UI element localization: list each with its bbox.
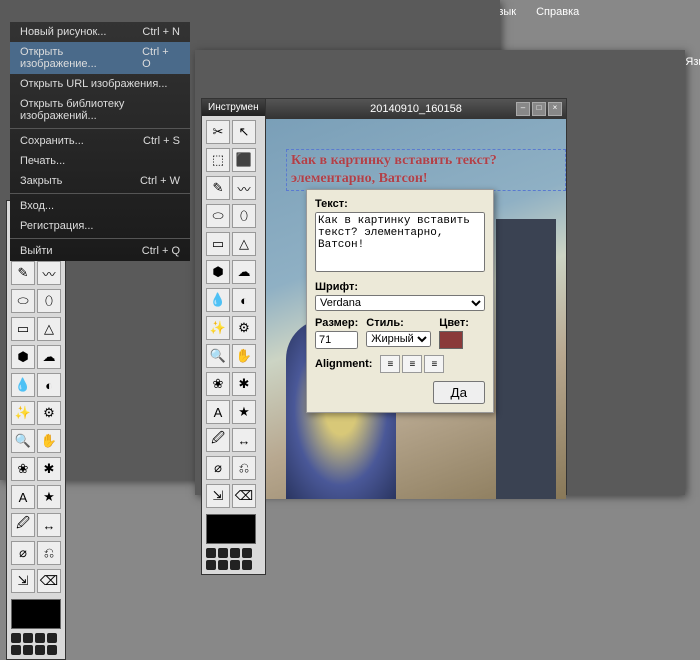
tool-button[interactable]: △ xyxy=(232,232,256,256)
tool-button[interactable]: ↖ xyxy=(232,120,256,144)
tool-button[interactable]: ✨ xyxy=(206,316,230,340)
color-swatches[interactable] xyxy=(11,633,61,655)
tool-button[interactable]: 🔍 xyxy=(11,429,35,453)
tool-button[interactable]: ▭ xyxy=(206,232,230,256)
tool-button[interactable]: ⌀ xyxy=(206,456,230,480)
editor-window-front: Файл Редактировать Изображение Слой Корр… xyxy=(195,50,685,495)
tool-button[interactable]: ★ xyxy=(232,400,256,424)
tool-button[interactable]: 💧 xyxy=(206,288,230,312)
style-label: Стиль: xyxy=(366,317,431,329)
tool-grid: ✂↖⬚⬛✎〰⬭⬯▭△⬢☁💧◐✨⚙🔍✋❀✱A★🖉↔⌀⎌⇲⌫ xyxy=(11,205,61,593)
tool-button[interactable]: ⬢ xyxy=(206,260,230,284)
maximize-icon[interactable]: □ xyxy=(532,102,546,116)
toolbox-title: Инструмен xyxy=(202,99,265,116)
color-swatches[interactable] xyxy=(206,548,261,570)
align-center-icon[interactable]: ≡ xyxy=(402,355,422,373)
tool-button[interactable]: △ xyxy=(37,317,61,341)
tool-button[interactable]: ↔ xyxy=(232,428,256,452)
canvas-titlebar[interactable]: 20140910_160158 – □ × xyxy=(266,99,566,119)
align-right-icon[interactable]: ≡ xyxy=(424,355,444,373)
tool-button[interactable]: ✋ xyxy=(37,429,61,453)
tool-button[interactable]: ✎ xyxy=(11,261,35,285)
tool-button[interactable]: ⬛ xyxy=(232,148,256,172)
tool-button[interactable]: ⬭ xyxy=(206,204,230,228)
tool-button[interactable]: ✋ xyxy=(232,344,256,368)
filemenu-item[interactable]: Вход... xyxy=(10,196,190,216)
tool-button[interactable]: 🖉 xyxy=(11,513,35,537)
tool-button[interactable]: ❀ xyxy=(206,372,230,396)
tool-button[interactable]: ⬢ xyxy=(11,345,35,369)
tool-button[interactable]: ⌫ xyxy=(232,484,256,508)
tool-button[interactable]: A xyxy=(206,400,230,424)
size-input[interactable] xyxy=(315,331,358,349)
tool-button[interactable]: ✎ xyxy=(206,176,230,200)
tool-button[interactable]: ▭ xyxy=(11,317,35,341)
tool-button[interactable]: ✨ xyxy=(11,401,35,425)
tool-button[interactable]: ✱ xyxy=(37,457,61,481)
tool-button[interactable]: ⬭ xyxy=(11,289,35,313)
align-left-icon[interactable]: ≡ xyxy=(380,355,400,373)
text-dialog[interactable]: Текст: Шрифт: Verdana Размер: Стиль: Жир… xyxy=(306,189,494,413)
tool-button[interactable]: ⚙ xyxy=(232,316,256,340)
tool-button[interactable]: ⚙ xyxy=(37,401,61,425)
style-select[interactable]: Жирный xyxy=(366,331,431,347)
tool-button[interactable]: ❀ xyxy=(11,457,35,481)
filemenu-item[interactable]: Открыть библиотеку изображений... xyxy=(10,94,190,126)
tool-button[interactable]: ☁ xyxy=(232,260,256,284)
filemenu-item[interactable]: Печать... xyxy=(10,151,190,171)
toolbox-back[interactable]: ✂↖⬚⬛✎〰⬭⬯▭△⬢☁💧◐✨⚙🔍✋❀✱A★🖉↔⌀⎌⇲⌫ xyxy=(6,200,66,660)
tool-button[interactable]: ⌫ xyxy=(37,569,61,593)
tool-button[interactable]: ⬚ xyxy=(206,148,230,172)
tool-button[interactable]: ⎌ xyxy=(232,456,256,480)
text-color-swatch[interactable] xyxy=(439,331,463,349)
minimize-icon[interactable]: – xyxy=(516,102,530,116)
filemenu-item[interactable]: Открыть URL изображения... xyxy=(10,74,190,94)
tool-button[interactable]: ⬯ xyxy=(37,289,61,313)
canvas-area[interactable]: Как в картинку вставить текст? элементар… xyxy=(266,119,566,499)
tool-button[interactable]: ◐ xyxy=(37,373,61,397)
canvas-title-text: 20140910_160158 xyxy=(370,103,462,115)
text-input[interactable] xyxy=(315,212,485,272)
tool-button[interactable]: 〰 xyxy=(232,176,256,200)
tool-button[interactable]: 🔍 xyxy=(206,344,230,368)
filemenu-item[interactable]: Открыть изображение...Ctrl + O xyxy=(10,42,190,74)
font-select[interactable]: Verdana xyxy=(315,295,485,311)
color-label: Цвет: xyxy=(439,317,469,329)
tool-button[interactable]: ⇲ xyxy=(206,484,230,508)
tool-button[interactable]: ✱ xyxy=(232,372,256,396)
tool-button[interactable]: 〰 xyxy=(37,261,61,285)
foreground-color[interactable] xyxy=(206,514,256,544)
ok-button[interactable]: Да xyxy=(433,381,485,404)
text-label: Текст: xyxy=(315,198,485,210)
inserted-text[interactable]: Как в картинку вставить текст? элементар… xyxy=(286,149,566,191)
filemenu-item[interactable]: Регистрация... xyxy=(10,216,190,236)
size-label: Размер: xyxy=(315,317,358,329)
tool-button[interactable]: ⌀ xyxy=(11,541,35,565)
tool-button[interactable]: 💧 xyxy=(11,373,35,397)
foreground-color[interactable] xyxy=(11,599,61,629)
tool-button[interactable]: A xyxy=(11,485,35,509)
tool-button[interactable]: ◐ xyxy=(232,288,256,312)
tool-grid: ✂↖⬚⬛✎〰⬭⬯▭△⬢☁💧◐✨⚙🔍✋❀✱A★🖉↔⌀⎌⇲⌫ xyxy=(206,120,261,508)
file-dropdown[interactable]: Новый рисунок...Ctrl + NОткрыть изображе… xyxy=(10,22,190,261)
menu-help[interactable]: Справка xyxy=(526,2,589,22)
toolbox-front[interactable]: Инструмен ✂↖⬚⬛✎〰⬭⬯▭△⬢☁💧◐✨⚙🔍✋❀✱A★🖉↔⌀⎌⇲⌫ xyxy=(201,98,266,575)
close-icon[interactable]: × xyxy=(548,102,562,116)
tool-button[interactable]: ☁ xyxy=(37,345,61,369)
tool-button[interactable]: ✂ xyxy=(206,120,230,144)
font-label: Шрифт: xyxy=(315,281,485,293)
tool-button[interactable]: 🖉 xyxy=(206,428,230,452)
align-label: Alignment: xyxy=(315,358,372,370)
filemenu-item[interactable]: Сохранить...Ctrl + S xyxy=(10,131,190,151)
tool-button[interactable]: ★ xyxy=(37,485,61,509)
tool-button[interactable]: ↔ xyxy=(37,513,61,537)
filemenu-item[interactable]: Новый рисунок...Ctrl + N xyxy=(10,22,190,42)
tool-button[interactable]: ⬯ xyxy=(232,204,256,228)
canvas-window[interactable]: 20140910_160158 – □ × Как в картинку вст… xyxy=(265,98,567,495)
tool-button[interactable]: ⎌ xyxy=(37,541,61,565)
tool-button[interactable]: ⇲ xyxy=(11,569,35,593)
filemenu-item[interactable]: ВыйтиCtrl + Q xyxy=(10,241,190,261)
filemenu-item[interactable]: ЗакрытьCtrl + W xyxy=(10,171,190,191)
